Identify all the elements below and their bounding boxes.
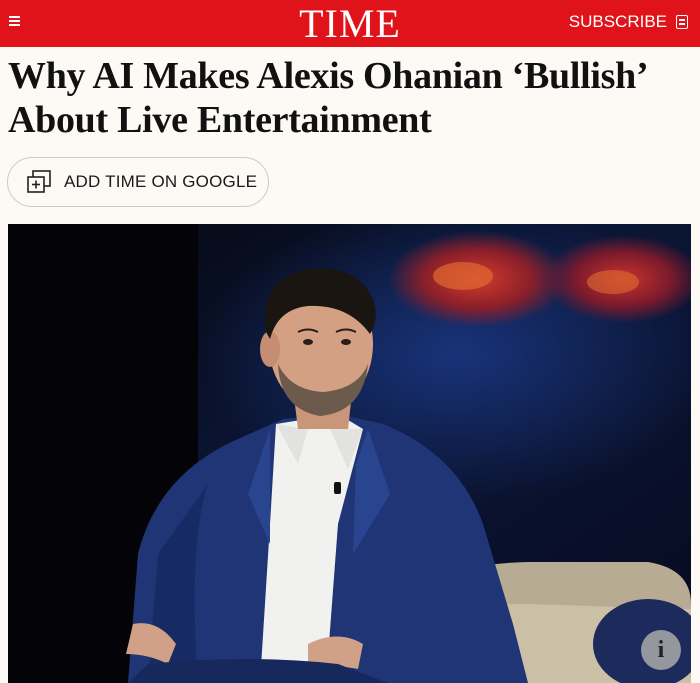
subscribe-button[interactable]: SUBSCRIBE — [569, 12, 688, 32]
add-source-icon — [27, 170, 51, 193]
hero-photo — [8, 224, 691, 683]
add-time-on-google-button[interactable]: ADD TIME ON GOOGLE — [7, 157, 269, 207]
add-time-on-google-label: ADD TIME ON GOOGLE — [64, 172, 258, 191]
magazine-icon — [676, 15, 688, 29]
hero-photo-illustration — [8, 224, 691, 683]
subscribe-label: SUBSCRIBE — [568, 12, 667, 31]
article-headline: Why AI Makes Alexis Ohanian ‘Bullish’ Ab… — [8, 55, 646, 141]
info-icon[interactable]: i — [641, 630, 681, 670]
top-nav-bar: TIME SUBSCRIBE — [0, 0, 700, 47]
